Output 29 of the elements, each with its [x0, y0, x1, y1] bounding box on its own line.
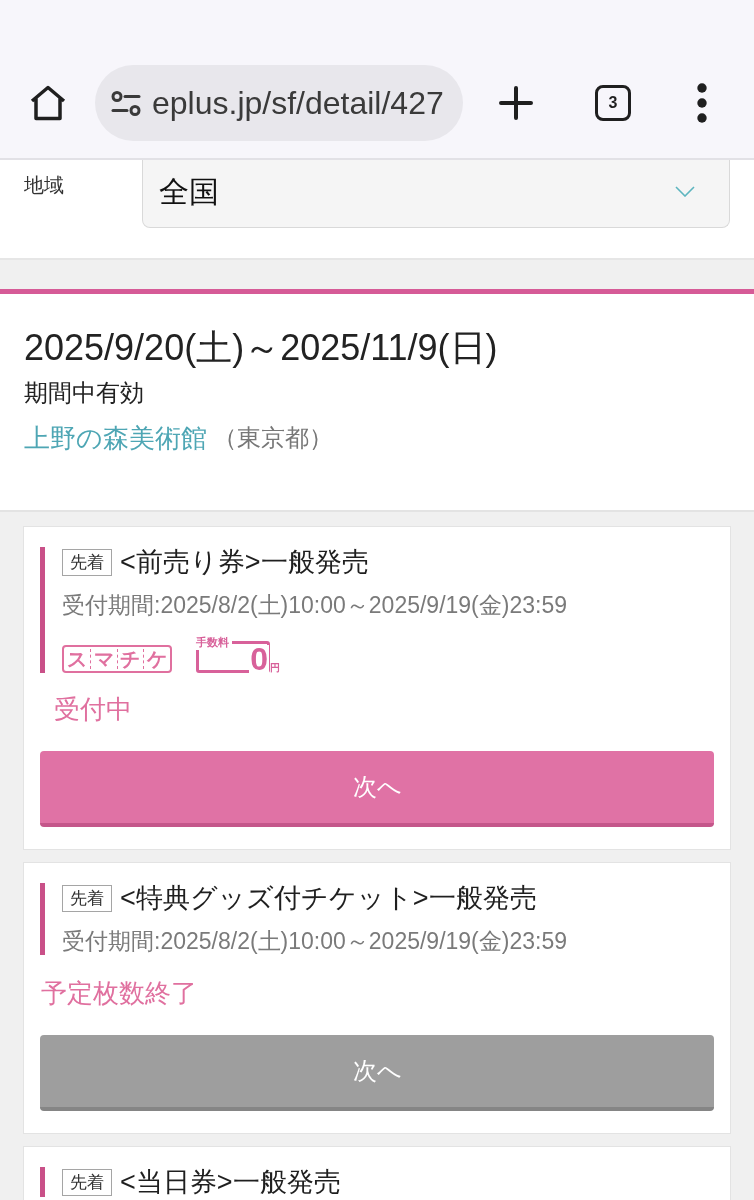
- address-bar[interactable]: eplus.jp/sf/detail/427: [95, 65, 463, 141]
- region-label: 地域: [23, 173, 65, 198]
- ticket-title: <当日券>一般発売: [120, 1167, 341, 1197]
- sales-period: 受付期間:2025/8/2(土)10:00～2025/9/19(金)23:59: [62, 927, 567, 955]
- prefecture-text: （東京都）: [213, 423, 333, 453]
- chevron-down-icon: [675, 186, 695, 197]
- region-select[interactable]: 全国: [142, 160, 730, 228]
- accent-bar: [40, 883, 45, 955]
- fee-unit: 円: [270, 663, 280, 673]
- smart-ticket-tag: スマチケ: [62, 645, 172, 673]
- plus-icon[interactable]: [499, 86, 533, 120]
- sales-period: 受付期間:2025/8/2(土)10:00～2025/9/19(金)23:59: [62, 591, 567, 619]
- url-text[interactable]: eplus.jp/sf/detail/427: [152, 87, 444, 119]
- accent-bar: [40, 1167, 45, 1197]
- sales-status: 受付中: [54, 694, 132, 724]
- ticket-title: <前売り券>一般発売: [120, 547, 369, 577]
- more-icon[interactable]: [697, 83, 707, 123]
- first-come-badge: 先着: [62, 1168, 112, 1196]
- ticket-title: <特典グッズ付チケット>一般発売: [120, 883, 537, 913]
- tab-count-button[interactable]: 3: [595, 85, 631, 121]
- sales-status: 予定枚数終了: [41, 978, 197, 1008]
- first-come-badge: 先着: [62, 548, 112, 576]
- fee-label: 手数料: [196, 637, 232, 650]
- first-come-badge: 先着: [62, 884, 112, 912]
- validity-text: 期間中有効: [24, 379, 144, 407]
- tune-icon[interactable]: [111, 90, 141, 116]
- fee-amount: 0: [249, 645, 269, 673]
- event-dates: 2025/9/20(土)～2025/11/9(日): [24, 328, 498, 368]
- home-icon[interactable]: [29, 85, 67, 121]
